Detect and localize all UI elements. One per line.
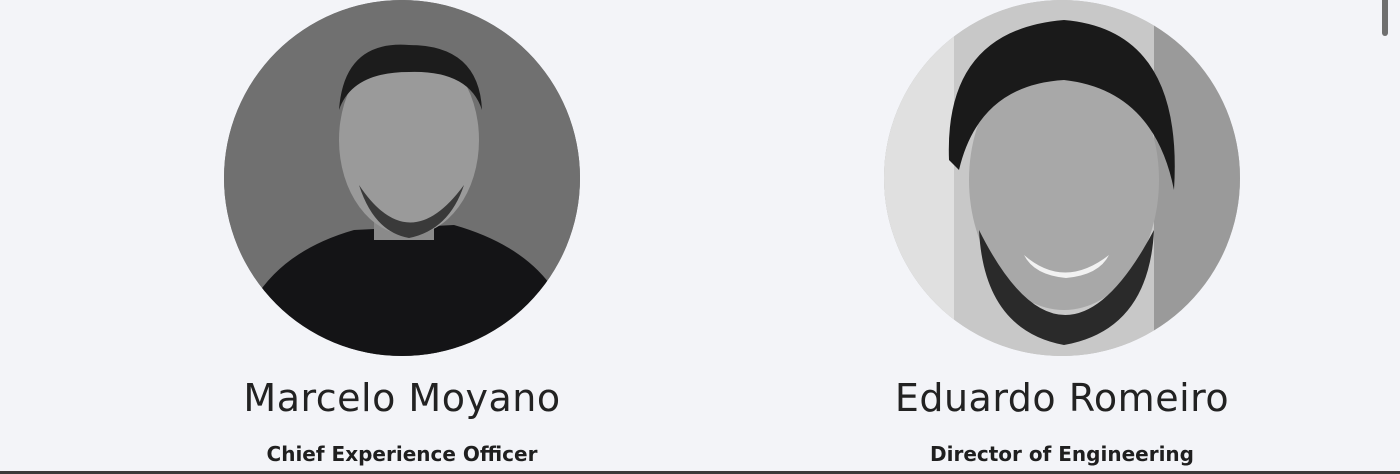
team-member-name: Eduardo Romeiro [894, 376, 1230, 420]
portrait-image [884, 0, 1240, 356]
team-member-role: Chief Experience Officer [266, 442, 538, 466]
portrait-image [224, 0, 580, 356]
team-member-photo [884, 0, 1240, 356]
scrollbar-thumb[interactable] [1382, 0, 1388, 36]
team-member-role: Director of Engineering [930, 442, 1194, 466]
team-member-name: Marcelo Moyano [243, 376, 561, 420]
team-member-photo [224, 0, 580, 356]
